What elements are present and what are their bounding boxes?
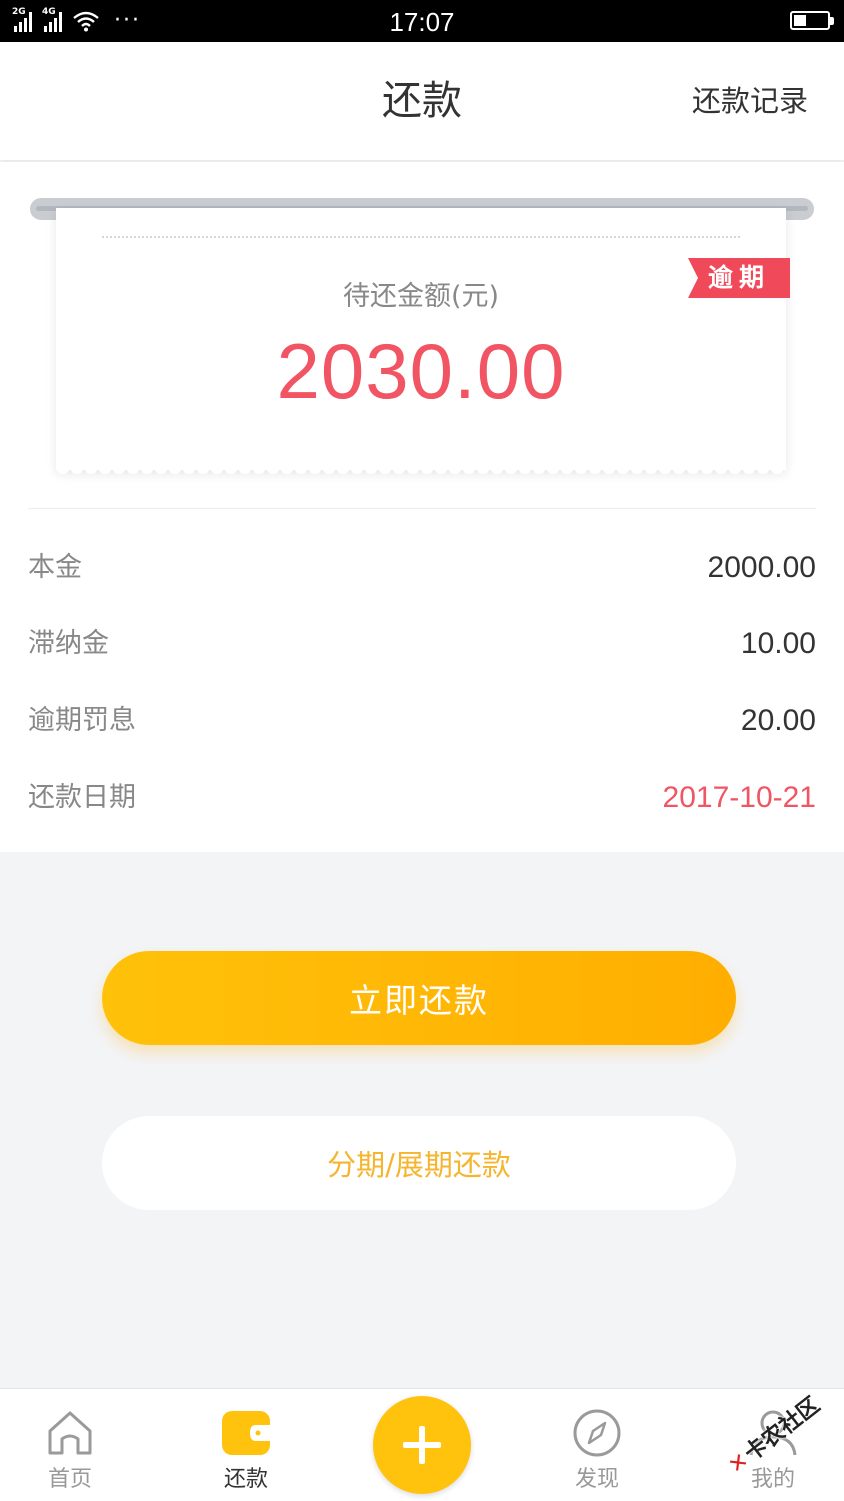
- home-icon: [48, 1411, 92, 1455]
- amount-due-value: 2030.00: [276, 327, 566, 415]
- battery-icon: [790, 11, 834, 30]
- clock: 17:07: [389, 7, 455, 37]
- detail-value: 2000.00: [707, 551, 816, 584]
- detail-row-penalty-interest: 逾期罚息 20.00: [28, 701, 816, 741]
- tab-repayment[interactable]: 还款: [181, 1389, 311, 1501]
- ticket-serrated-edge: [56, 468, 786, 478]
- detail-row-principal: 本金 2000.00: [28, 548, 816, 588]
- tab-label: 首页: [47, 1467, 92, 1492]
- wallet-icon: [222, 1411, 270, 1455]
- detail-label: 逾期罚息: [28, 705, 136, 736]
- compass-icon: [573, 1409, 621, 1457]
- status-bar: 2G 4G ··· 17:07: [0, 0, 844, 42]
- repayment-record-link[interactable]: 还款记录: [692, 42, 808, 160]
- detail-label: 本金: [28, 552, 82, 583]
- ticket-dashed-line: [102, 236, 740, 238]
- amount-ticket: 待还金额(元) 2030.00: [56, 208, 786, 478]
- tab-discover[interactable]: 发现: [532, 1389, 662, 1501]
- overdue-badge: 逾期: [688, 258, 790, 298]
- plus-icon[interactable]: [373, 1396, 471, 1494]
- divider: [28, 508, 816, 509]
- detail-value: 20.00: [740, 704, 816, 737]
- tab-home[interactable]: 首页: [5, 1389, 135, 1501]
- tab-label: 发现: [574, 1467, 619, 1492]
- detail-row-late-fee: 滞纳金 10.00: [28, 624, 816, 664]
- nav-header: 还款 还款记录: [0, 42, 844, 160]
- due-date-value: 2017-10-21: [662, 781, 816, 814]
- repay-now-button[interactable]: 立即还款: [102, 951, 736, 1045]
- amount-due-label: 待还金额(元): [342, 281, 500, 312]
- installment-extension-button[interactable]: 分期/展期还款: [102, 1116, 736, 1210]
- detail-label: 滞纳金: [28, 628, 109, 659]
- detail-value: 10.00: [740, 627, 816, 660]
- tab-label: 还款: [223, 1467, 268, 1492]
- tab-label: 我的: [750, 1467, 795, 1492]
- detail-label: 还款日期: [28, 782, 136, 813]
- detail-row-due-date: 还款日期 2017-10-21: [28, 778, 816, 818]
